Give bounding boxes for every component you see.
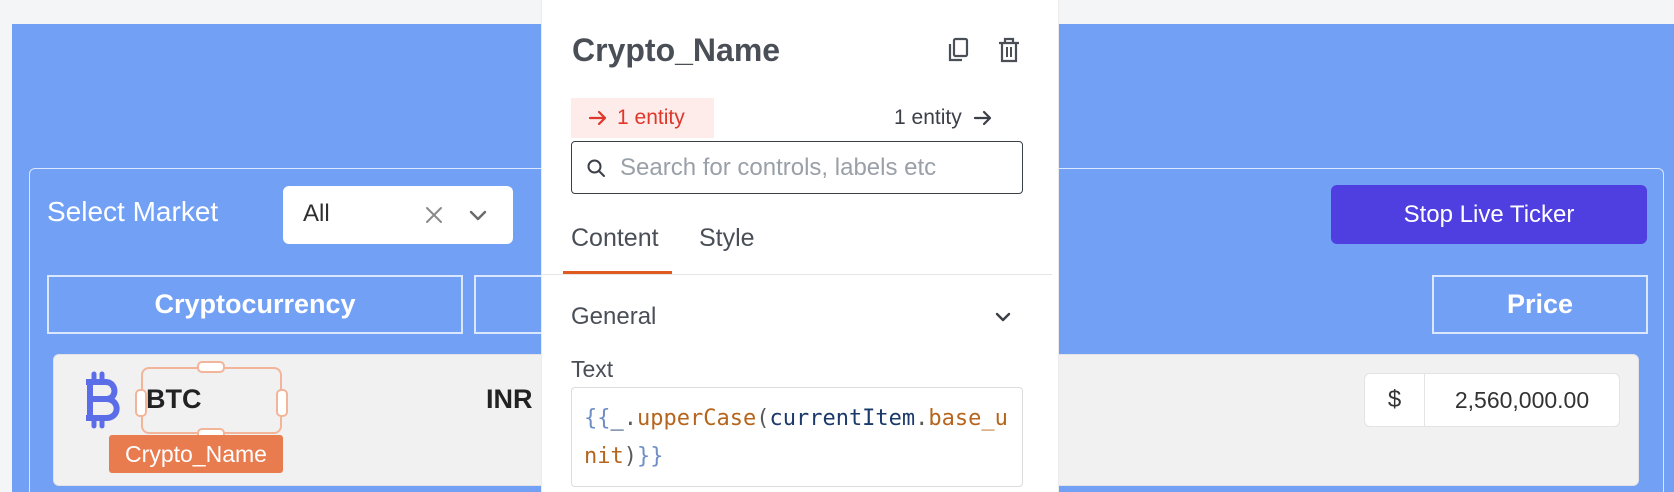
resize-handle-left[interactable] [135,389,147,417]
bitcoin-icon [86,371,120,429]
column-header-cryptocurrency: Cryptocurrency [47,275,463,334]
search-input[interactable] [620,153,1000,182]
tab-divider [542,274,1052,275]
arrow-right-icon [973,110,991,126]
search-icon [587,159,605,177]
widget-name-tag[interactable]: Crypto_Name [109,435,283,473]
resize-handle-right[interactable] [276,389,288,417]
incoming-entity-label: 1 entity [617,106,685,129]
code-paren-open: ( [756,406,770,431]
text-property-editor[interactable]: {{_.upperCase(currentItem.base_unit)}} [571,387,1023,487]
outgoing-entity-link[interactable]: 1 entity [894,98,994,138]
trash-icon[interactable] [996,36,1022,64]
code-object: _ [610,406,624,431]
market-select-value: All [303,200,330,227]
arrow-right-icon [588,110,607,126]
code-dot: . [623,406,637,431]
price-value: 2,560,000.00 [1454,386,1590,413]
column-header-price: Price [1432,275,1648,334]
code-open-brace: {{ [584,406,611,431]
code-function: upperCase [637,406,757,431]
currency-prefix: $ [1365,374,1425,426]
pane-title[interactable]: Crypto_Name [572,32,780,69]
property-pane: Crypto_Name 1 entity 1 entity Content St… [541,0,1059,492]
close-icon[interactable] [421,202,447,228]
stop-live-ticker-button[interactable]: Stop Live Ticker [1331,185,1647,244]
code-close-brace: }} [637,444,664,469]
incoming-entity-link[interactable]: 1 entity [571,98,714,138]
code-arg-object: currentItem [769,406,916,431]
code-dot: . [915,406,929,431]
widget-selection-outline [141,367,282,434]
tab-content[interactable]: Content [571,224,659,253]
tab-style[interactable]: Style [699,224,755,253]
section-general-title[interactable]: General [571,303,656,331]
market-symbol: INR [486,384,533,414]
text-property-label: Text [571,356,614,382]
chevron-down-icon[interactable] [992,306,1014,328]
chevron-down-icon[interactable] [465,202,491,228]
property-search[interactable] [571,141,1023,194]
code-paren-close: ) [623,444,637,469]
copy-icon[interactable] [945,36,971,64]
resize-handle-top[interactable] [197,361,225,373]
price-field[interactable]: $ 2,560,000.00 [1364,373,1620,427]
select-market-label: Select Market [47,196,219,227]
market-select[interactable]: All [283,186,513,244]
outgoing-entity-label: 1 entity [894,106,962,129]
